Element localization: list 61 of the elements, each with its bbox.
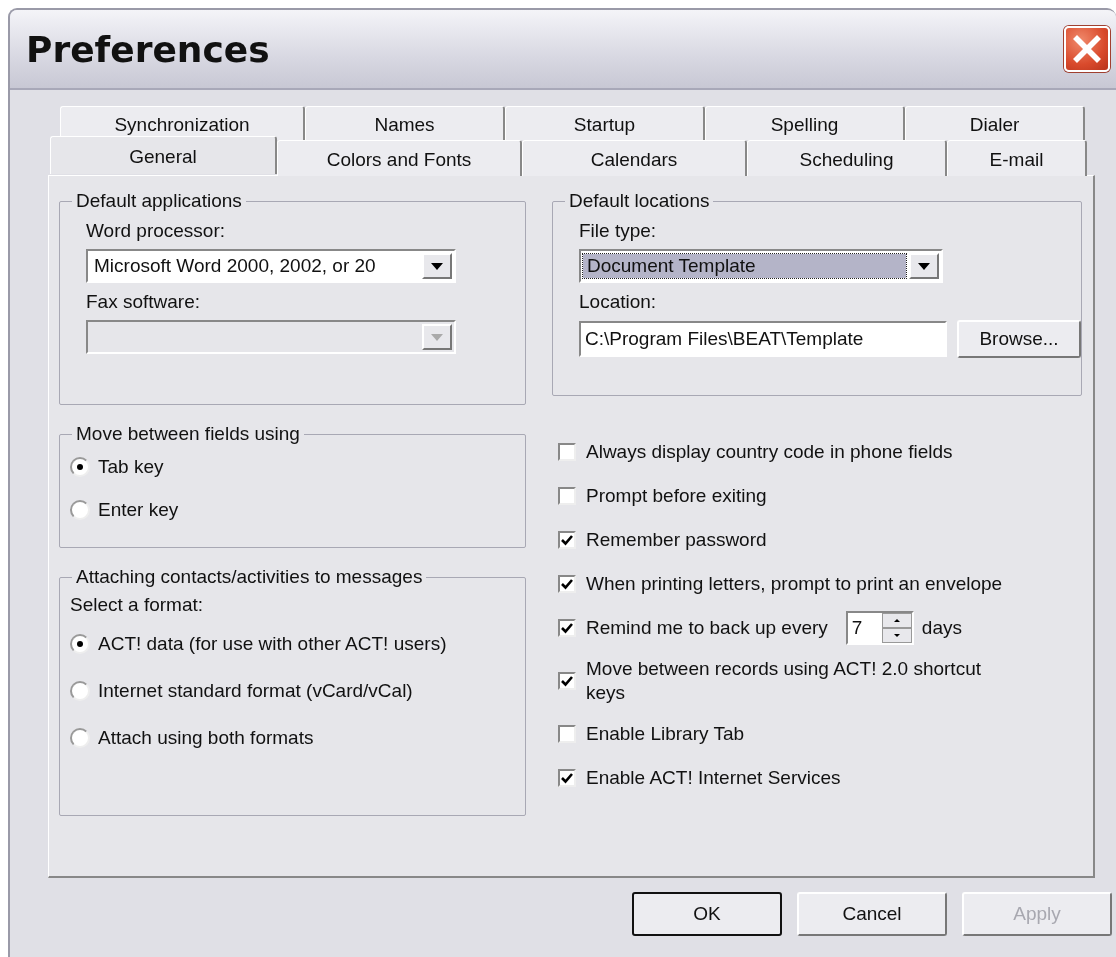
checkbox[interactable]	[558, 531, 576, 549]
tab[interactable]: Colors and Fonts	[277, 140, 522, 176]
checkbox-label: Always display country code in phone fields	[586, 440, 953, 464]
checkbox[interactable]	[558, 575, 576, 593]
checkbox-label: Enable Library Tab	[586, 722, 745, 746]
radio-button[interactable]	[70, 727, 90, 748]
spin-up-icon[interactable]	[881, 613, 912, 628]
radio-label: Tab key	[98, 455, 164, 478]
checkbox-label: Remind me to back up every	[586, 616, 828, 640]
tab[interactable]: Names	[305, 106, 505, 140]
close-icon	[1072, 34, 1102, 64]
dialog-button[interactable]: OK	[632, 892, 782, 936]
checkbox-label: Enable ACT! Internet Services	[586, 766, 841, 790]
unit-label: days	[921, 617, 962, 639]
radio-label: Internet standard format (vCard/vCal)	[98, 679, 413, 702]
caret-icon	[422, 253, 452, 279]
tab[interactable]: Calendars	[522, 140, 747, 176]
radio-button[interactable]	[70, 680, 90, 701]
window-title: Preferences	[26, 28, 270, 70]
radio-button[interactable]	[70, 633, 90, 654]
radio-button[interactable]	[70, 456, 90, 477]
checkbox-label: Move between records using ACT! 2.0 shortcut keys	[586, 657, 982, 705]
radio-label: ACT! data (for use with other ACT! users)	[98, 632, 447, 655]
tab[interactable]: Spelling	[705, 106, 905, 140]
field-label: Location:	[579, 291, 658, 314]
radio-label: Attach using both formats	[98, 726, 314, 749]
tab[interactable]: Synchronization	[60, 106, 305, 140]
group-title: Default locations	[568, 190, 711, 212]
group-title: Move between fields using	[75, 423, 301, 445]
prompt-text: Select a format:	[70, 593, 205, 617]
tab[interactable]: E-mail	[947, 140, 1087, 176]
tab[interactable]: General	[50, 136, 277, 174]
radio-label: Enter key	[98, 498, 179, 521]
radio-button[interactable]	[70, 499, 90, 520]
checkbox-label: When printing letters, prompt to print an envelope	[586, 572, 1003, 596]
field-label: File type:	[579, 220, 658, 243]
group-title: Attaching contacts/activities to messages	[75, 566, 424, 588]
checkbox[interactable]	[558, 619, 576, 637]
caret-icon	[422, 324, 452, 350]
dialog-button[interactable]: Cancel	[797, 892, 947, 936]
checkbox[interactable]	[558, 443, 576, 461]
spin-down-icon[interactable]	[881, 628, 912, 643]
field-label: Word processor:	[86, 220, 227, 243]
group-title: Default applications	[75, 190, 243, 212]
checkbox-label: Prompt before exiting	[586, 484, 767, 508]
field-label: Fax software:	[86, 291, 202, 314]
browse-button[interactable]: Browse...	[957, 320, 1081, 358]
checkbox-label: Remember password	[586, 528, 767, 552]
checkbox[interactable]	[558, 769, 576, 787]
dropdown[interactable]: Microsoft Word 2000, 2002, or 20	[86, 249, 456, 283]
number-spinner[interactable]: 7	[845, 611, 914, 645]
tab[interactable]: Scheduling	[747, 140, 947, 176]
tab[interactable]: Dialer	[905, 106, 1085, 140]
tab[interactable]: Startup	[505, 106, 705, 140]
close-button[interactable]	[1064, 26, 1110, 72]
checkbox[interactable]	[558, 672, 576, 690]
dropdown[interactable]: Document Template	[579, 249, 943, 283]
checkbox[interactable]	[558, 487, 576, 505]
caret-icon	[909, 253, 939, 279]
checkbox[interactable]	[558, 725, 576, 743]
location-field[interactable]: C:\Program Files\BEAT\Template	[579, 321, 947, 357]
